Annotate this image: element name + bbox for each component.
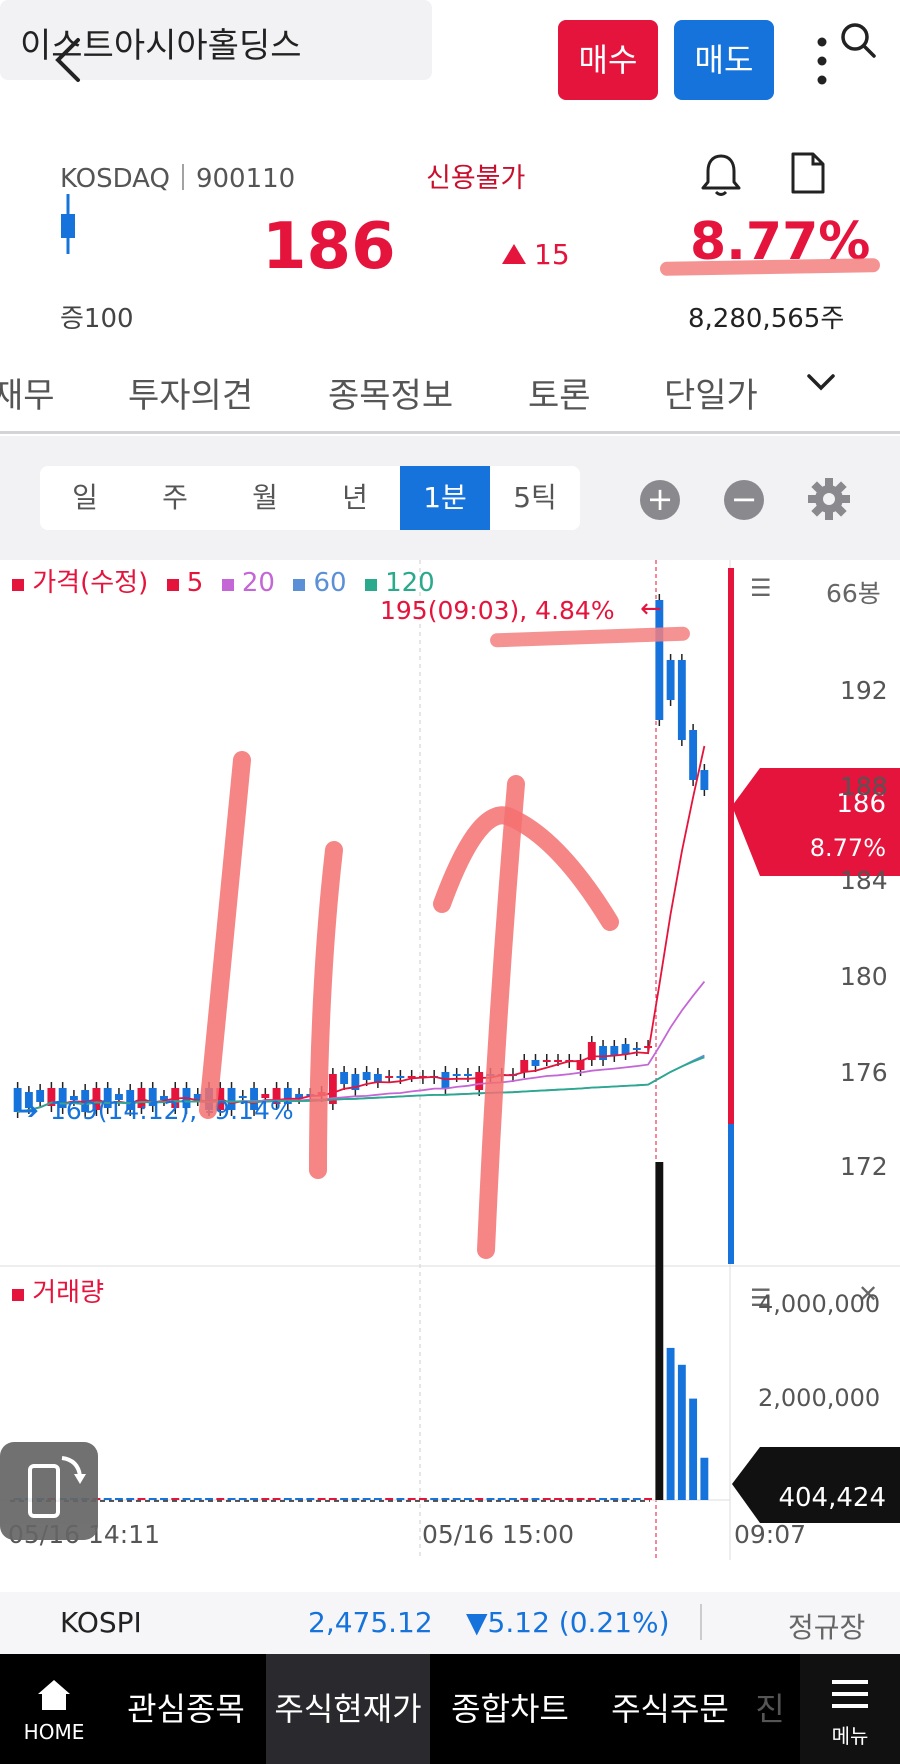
period-month[interactable]: 월 (220, 466, 310, 530)
highlight-stroke (659, 258, 881, 276)
handwritten-marks (199, 751, 619, 1259)
price-change: 15 (534, 238, 570, 271)
search-icon[interactable] (838, 20, 878, 64)
nav-chart[interactable]: 종합차트 (436, 1654, 584, 1764)
period-toolbar: 일 주 월 년 1분 5틱 + − (0, 436, 900, 560)
nav-watchlist[interactable]: 관심종목 (112, 1654, 260, 1764)
document-icon[interactable] (790, 152, 826, 198)
home-icon (38, 1680, 70, 1710)
period-5tick[interactable]: 5틱 (490, 466, 580, 530)
tab-single-price[interactable]: 단일가 (664, 368, 758, 417)
period-day[interactable]: 일 (40, 466, 130, 530)
tab-discussion[interactable]: 토론 (528, 368, 591, 417)
quote-panel: KOSDAQ｜900110 신용불가 186 15 8.77% 증100 8,2… (0, 120, 900, 334)
tab-stock-info[interactable]: 종목정보 (328, 368, 453, 417)
bell-icon[interactable] (700, 152, 742, 202)
stock-name: 이스트아시아홀딩스 (20, 26, 302, 66)
home-button[interactable]: HOME (0, 1654, 108, 1764)
index-value: 2,475.12 (308, 1606, 433, 1639)
more-options-icon[interactable] (810, 36, 834, 86)
nav-more[interactable]: 진 (750, 1654, 790, 1764)
top-bar: 이스트아시아홀딩스 매수 매도 (0, 0, 900, 120)
index-change: ▼5.12 (0.21%) (466, 1606, 670, 1639)
index-name: KOSPI (60, 1606, 142, 1639)
up-triangle-icon (500, 242, 528, 270)
period-selector: 일 주 월 년 1분 5틱 (40, 466, 580, 530)
info-tabs: 재무 투자의견 종목정보 토론 단일가 (0, 330, 900, 434)
nav-current-price[interactable]: 주식현재가 (266, 1654, 430, 1764)
current-price: 186 (262, 210, 396, 284)
nav-order[interactable]: 주식주문 (596, 1654, 744, 1764)
gear-icon[interactable] (806, 476, 852, 526)
hamburger-icon (832, 1680, 868, 1708)
price-chart-area[interactable]: 186 8.77% 404,424 가격(수정) 5 20 60 120 195… (0, 560, 900, 1590)
zoom-in-icon[interactable]: + (640, 480, 680, 520)
sell-button[interactable]: 매도 (674, 20, 774, 100)
menu-label: 메뉴 (831, 1724, 869, 1748)
bottom-navigation: HOME 관심종목 주식현재가 종합차트 주식주문 진 메뉴 (0, 1654, 900, 1764)
period-year[interactable]: 년 (310, 466, 400, 530)
mini-candle-icon (58, 192, 78, 260)
home-label: HOME (23, 1720, 85, 1744)
market-code: KOSDAQ｜900110 (60, 164, 296, 194)
market-session: 정규장 (788, 1611, 866, 1644)
menu-button[interactable]: 메뉴 (800, 1654, 900, 1764)
index-ticker[interactable]: KOSPI 2,475.12 ▼5.12 (0.21%) 정규장 (0, 1592, 900, 1654)
zoom-out-icon[interactable]: − (724, 480, 764, 520)
tab-opinion[interactable]: 투자의견 (128, 368, 253, 417)
divider (700, 1604, 702, 1640)
buy-button[interactable]: 매수 (558, 20, 658, 100)
period-week[interactable]: 주 (130, 466, 220, 530)
tab-finance[interactable]: 재무 (0, 368, 55, 417)
period-1min[interactable]: 1분 (400, 466, 490, 530)
chevron-down-icon[interactable] (806, 370, 836, 398)
credit-status: 신용불가 (426, 163, 526, 194)
